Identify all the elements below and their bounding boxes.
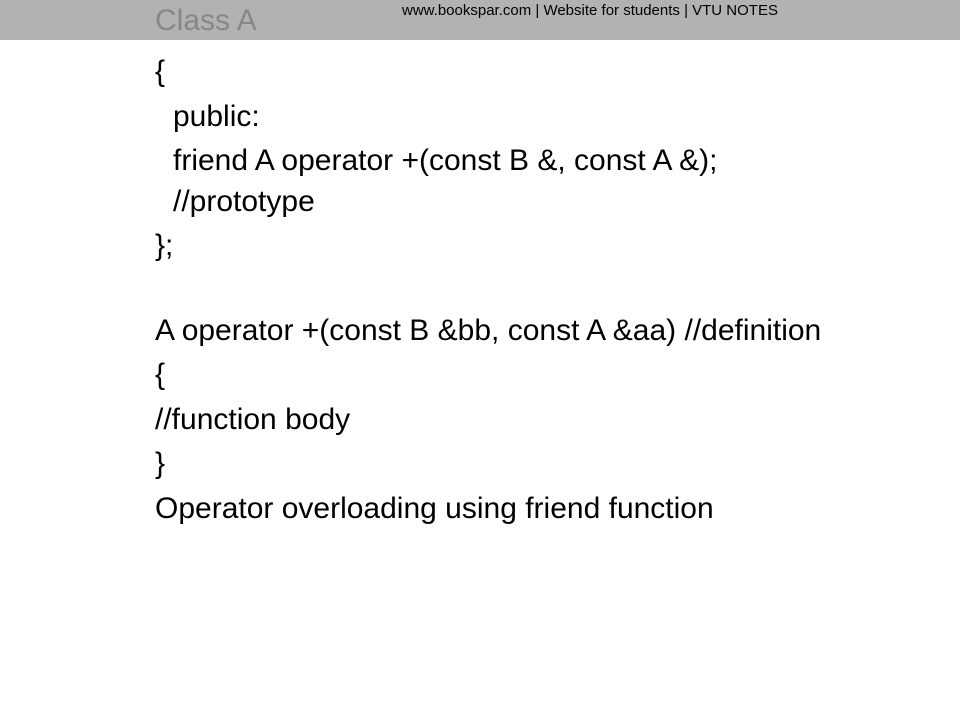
slide-title: Class A [155,4,257,38]
spacer [155,271,840,311]
code-line: A operator +(const B &bb, const A &aa) /… [155,311,840,352]
code-line: public: [155,97,840,138]
header-bar: Class A www.bookspar.com | Website for s… [0,0,960,40]
code-line: { [155,52,840,93]
code-line: //function body [155,400,840,441]
code-line: Operator overloading using friend functi… [155,489,840,530]
header-site-text: www.bookspar.com | Website for students … [370,2,810,20]
slide-content: { public: friend A operator +(const B &,… [0,40,960,529]
code-line: { [155,355,840,396]
code-line: } [155,444,840,485]
code-line: friend A operator +(const B &, const A &… [155,141,840,222]
code-line: }; [155,226,840,267]
